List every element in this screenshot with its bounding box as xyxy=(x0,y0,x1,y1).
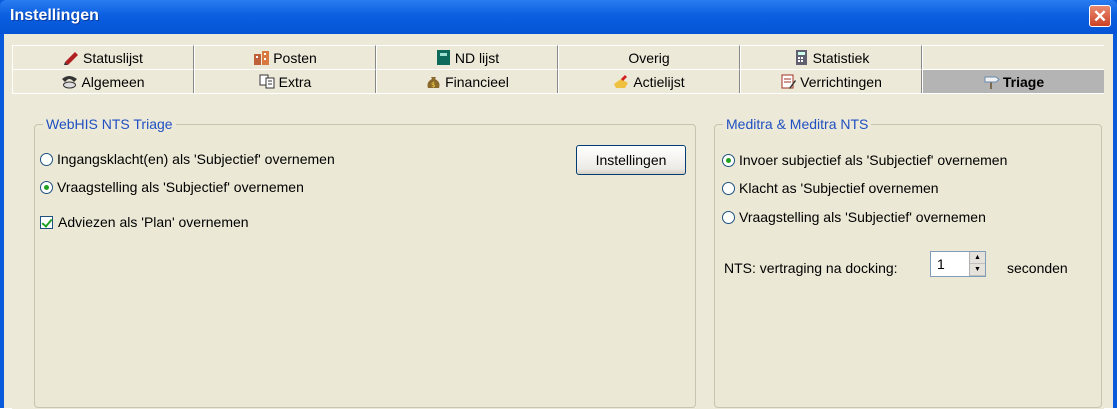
tab-empty xyxy=(922,45,1104,69)
checkbox-adviezen[interactable]: Adviezen als 'Plan' overnemen xyxy=(40,214,249,230)
book-icon xyxy=(435,50,452,65)
tab-label: Statistiek xyxy=(812,49,870,66)
settings-window: Instellingen ✕ Statuslijst Posten ND lij… xyxy=(0,0,1117,409)
hand-icon xyxy=(613,74,630,89)
radio-vraagstelling-meditra[interactable]: Vraagstelling als 'Subjectief' overnemen xyxy=(722,209,986,225)
tab-overig[interactable]: Overig xyxy=(558,45,740,69)
delay-unit: seconden xyxy=(1007,260,1068,276)
window-title: Instellingen xyxy=(10,7,99,24)
tab-label: Extra xyxy=(278,73,312,90)
tab-actielijst[interactable]: Actielijst xyxy=(558,69,740,93)
tab-label: Financieel xyxy=(445,73,509,90)
tab-extra[interactable]: Extra xyxy=(194,69,376,93)
tab-label: Algemeen xyxy=(81,73,145,90)
tab-label: Actielijst xyxy=(633,73,685,90)
instellingen-button[interactable]: Instellingen xyxy=(576,145,686,175)
tab-label: ND lijst xyxy=(454,49,500,66)
stepper-down-icon[interactable]: ▼ xyxy=(970,264,985,276)
checkbox[interactable] xyxy=(40,215,53,229)
radio-button[interactable] xyxy=(722,210,735,224)
radio-ingangsklacht[interactable]: Ingangsklacht(en) als 'Subjectief' overn… xyxy=(40,151,335,167)
radio-button[interactable] xyxy=(40,152,53,166)
tab-posten[interactable]: Posten xyxy=(194,45,376,69)
tab-row-2: Algemeen Extra $ Financieel Actielijst V… xyxy=(12,69,1104,93)
radio-label: Vraagstelling als 'Subjectief' overnemen xyxy=(57,179,304,195)
radio-button[interactable] xyxy=(722,153,735,167)
building-icon xyxy=(253,50,270,65)
svg-text:$: $ xyxy=(431,81,435,89)
tab-nd-lijst[interactable]: ND lijst xyxy=(376,45,558,69)
radio-label: Invoer subjectief als 'Subjectief' overn… xyxy=(739,152,1008,168)
checkbox-label: Adviezen als 'Plan' overnemen xyxy=(58,214,249,230)
radio-label: Klacht as 'Subjectief overnemen xyxy=(739,180,939,196)
delay-stepper[interactable]: 1 ▲ ▼ xyxy=(930,251,986,277)
signpost-icon xyxy=(983,74,1000,89)
close-button[interactable]: ✕ xyxy=(1089,5,1111,27)
client-area: Statuslijst Posten ND lijst Overig Stati… xyxy=(4,34,1113,409)
radio-invoer-subjectief[interactable]: Invoer subjectief als 'Subjectief' overn… xyxy=(722,152,1007,168)
delay-value[interactable]: 1 xyxy=(931,252,969,276)
tab-label: Triage xyxy=(1002,73,1045,90)
radio-label: Ingangsklacht(en) als 'Subjectief' overn… xyxy=(57,151,335,167)
tab-label: Overig xyxy=(628,49,670,66)
phone-icon xyxy=(61,74,78,89)
radio-button[interactable] xyxy=(40,180,53,194)
pen-icon xyxy=(63,50,80,65)
stepper-buttons: ▲ ▼ xyxy=(969,252,985,276)
webhis-group-title: WebHIS NTS Triage xyxy=(43,116,176,132)
tab-label: Verrichtingen xyxy=(800,73,882,90)
tab-row-1: Statuslijst Posten ND lijst Overig Stati… xyxy=(12,45,1104,69)
radio-klacht[interactable]: Klacht as 'Subjectief overnemen xyxy=(722,180,939,196)
tab-statistiek[interactable]: Statistiek xyxy=(740,45,922,69)
meditra-group-title: Meditra & Meditra NTS xyxy=(723,116,872,132)
radio-vraagstelling-webhis[interactable]: Vraagstelling als 'Subjectief' overnemen xyxy=(40,179,304,195)
radio-label: Vraagstelling als 'Subjectief' overnemen xyxy=(739,209,986,225)
notes-icon xyxy=(780,74,797,89)
money-bag-icon: $ xyxy=(425,74,442,89)
tab-algemeen[interactable]: Algemeen xyxy=(12,69,194,93)
calculator-icon xyxy=(793,50,810,65)
stepper-up-icon[interactable]: ▲ xyxy=(970,252,985,264)
tab-label: Posten xyxy=(273,49,317,66)
tab-verrichtingen[interactable]: Verrichtingen xyxy=(740,69,922,93)
tab-financieel[interactable]: $ Financieel xyxy=(376,69,558,93)
copy-icon xyxy=(259,74,276,89)
tab-statuslijst[interactable]: Statuslijst xyxy=(12,45,194,69)
delay-label: NTS: vertraging na docking: xyxy=(724,260,898,276)
title-bar[interactable]: Instellingen ✕ xyxy=(0,0,1117,34)
tab-triage[interactable]: Triage xyxy=(922,69,1104,93)
radio-button[interactable] xyxy=(722,181,735,195)
tab-label: Statuslijst xyxy=(83,49,143,66)
